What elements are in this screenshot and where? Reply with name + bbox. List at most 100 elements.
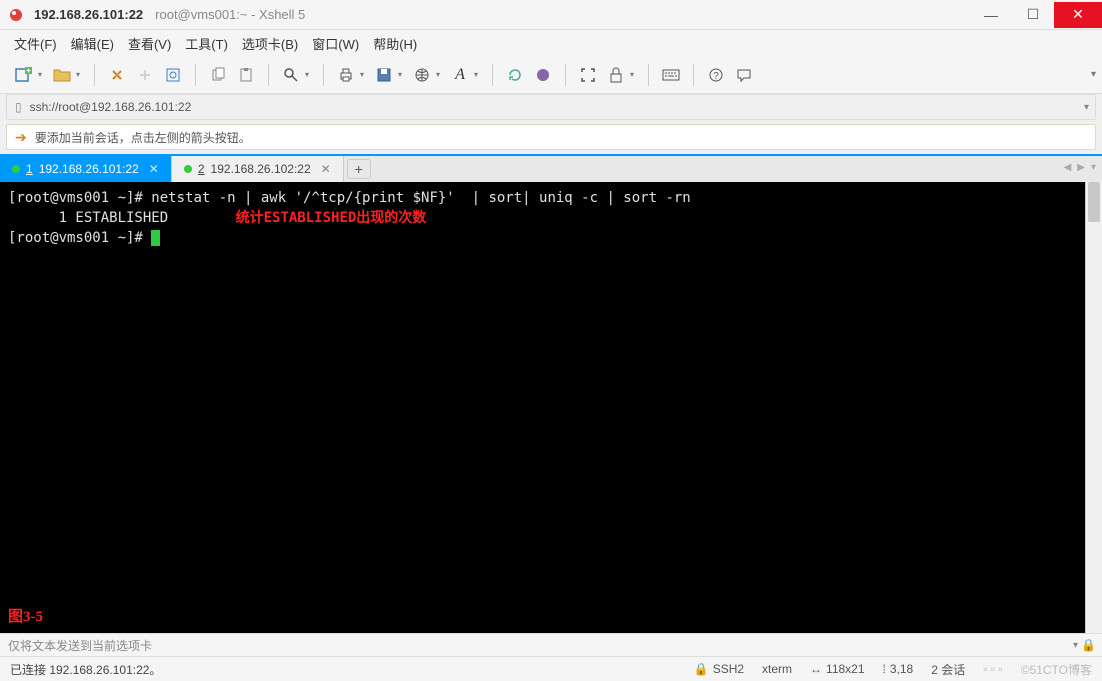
info-bar: ➔ 要添加当前会话，点击左侧的箭头按钮。	[6, 124, 1096, 150]
separator	[94, 64, 95, 86]
lock-icon[interactable]	[604, 63, 628, 87]
address-bar[interactable]: ▯ ssh://root@192.168.26.101:22 ▾	[6, 94, 1096, 120]
scrollbar[interactable]	[1085, 182, 1102, 633]
tab-strip: 1 192.168.26.101:22 ✕ 2 192.168.26.102:2…	[0, 154, 1102, 182]
title-app: root@vms001:~ - Xshell 5	[155, 7, 305, 22]
dropdown-icon[interactable]: ▾	[360, 70, 368, 79]
status-termtype: xterm	[762, 662, 792, 676]
dropdown-icon[interactable]: ▾	[305, 70, 313, 79]
figure-label: 图3-5	[8, 607, 43, 627]
command-text: netstat -n | awk '/^tcp/{print $NF}' | s…	[151, 190, 690, 206]
tab-number: 2	[198, 162, 205, 176]
tab-number: 1	[26, 162, 33, 176]
scroll-thumb[interactable]	[1088, 182, 1100, 222]
maximize-button[interactable]: ☐	[1012, 2, 1054, 28]
titlebar: 192.168.26.101:22 root@vms001:~ - Xshell…	[0, 0, 1102, 30]
search-icon[interactable]	[279, 63, 303, 87]
tab-menu-icon[interactable]: ▾	[1091, 162, 1096, 173]
dropdown-icon[interactable]: ▾	[1073, 640, 1078, 651]
address-text: ssh://root@192.168.26.101:22	[30, 100, 192, 114]
dropdown-icon[interactable]: ▾	[436, 70, 444, 79]
dropdown-icon[interactable]: ▾	[76, 70, 84, 79]
reconnect-icon[interactable]	[105, 63, 129, 87]
toolbar-overflow-icon[interactable]: ▾	[1091, 69, 1096, 80]
output-line: 1 ESTABLISHED	[8, 210, 168, 226]
bookmark-icon[interactable]: ▯	[15, 100, 22, 114]
annotation-text: 统计ESTABLISHED出现的次数	[236, 210, 427, 226]
toolbar: ▾ ▾ ▾ ▾ ▾ ▾ A ▾ ▾ ? ▾	[0, 56, 1102, 94]
status-dot-icon	[184, 165, 192, 173]
disconnect-icon[interactable]	[133, 63, 157, 87]
separator	[268, 64, 269, 86]
separator	[693, 64, 694, 86]
refresh-icon[interactable]	[503, 63, 527, 87]
status-size: ↔ 118x21	[810, 662, 864, 676]
globe-icon[interactable]	[410, 63, 434, 87]
menu-tab[interactable]: 选项卡(B)	[242, 34, 298, 53]
session-tab-1[interactable]: 1 192.168.26.101:22 ✕	[0, 156, 172, 182]
prompt: [root@vms001 ~]#	[8, 190, 151, 206]
add-tab-button[interactable]: +	[347, 159, 371, 179]
open-folder-icon[interactable]	[50, 63, 74, 87]
compose-placeholder: 仅将文本发送到当前选项卡	[8, 637, 152, 654]
cursor	[151, 230, 160, 246]
minimize-button[interactable]: —	[970, 2, 1012, 28]
menu-window[interactable]: 窗口(W)	[312, 34, 359, 53]
print-icon[interactable]	[334, 63, 358, 87]
menu-tools[interactable]: 工具(T)	[185, 34, 228, 53]
watermark: ©51CTO博客	[1021, 661, 1092, 678]
separator	[648, 64, 649, 86]
paste-icon[interactable]	[234, 63, 258, 87]
menubar: 文件(F) 编辑(E) 查看(V) 工具(T) 选项卡(B) 窗口(W) 帮助(…	[0, 30, 1102, 56]
menu-view[interactable]: 查看(V)	[128, 34, 171, 53]
status-dot-icon	[12, 165, 20, 173]
chat-icon[interactable]	[732, 63, 756, 87]
dropdown-icon[interactable]: ▾	[1084, 102, 1089, 113]
menu-edit[interactable]: 编辑(E)	[71, 34, 114, 53]
tab-close-icon[interactable]: ✕	[149, 162, 159, 176]
fullscreen-icon[interactable]	[576, 63, 600, 87]
svg-text:?: ?	[713, 71, 719, 82]
tab-next-icon[interactable]: ▶	[1077, 162, 1085, 173]
close-button[interactable]: ✕	[1054, 2, 1102, 28]
status-sessions: 2 会话	[931, 661, 965, 678]
arrow-add-icon[interactable]: ➔	[15, 129, 27, 146]
dropdown-icon[interactable]: ▾	[630, 70, 638, 79]
info-text: 要添加当前会话，点击左侧的箭头按钮。	[35, 129, 251, 146]
separator	[565, 64, 566, 86]
dropdown-icon[interactable]: ▾	[398, 70, 406, 79]
properties-icon[interactable]	[161, 63, 185, 87]
tab-label: 192.168.26.102:22	[211, 162, 311, 176]
new-session-icon[interactable]	[12, 63, 36, 87]
cap-indicator: ▫ ▫ ▫	[983, 662, 1002, 676]
help-icon[interactable]: ?	[704, 63, 728, 87]
terminal[interactable]: [root@vms001 ~]# netstat -n | awk '/^tcp…	[0, 182, 1085, 633]
menu-file[interactable]: 文件(F)	[14, 34, 57, 53]
status-bar: 已连接 192.168.26.101:22。 🔒 SSH2 xterm ↔ 11…	[0, 657, 1102, 681]
save-icon[interactable]	[372, 63, 396, 87]
app-icon	[8, 7, 24, 23]
separator	[323, 64, 324, 86]
prompt: [root@vms001 ~]#	[8, 230, 151, 246]
font-icon[interactable]: A	[448, 63, 472, 87]
color-icon[interactable]	[531, 63, 555, 87]
compose-bar[interactable]: 仅将文本发送到当前选项卡 ▾ 🔒	[0, 633, 1102, 657]
tab-nav-arrows: ◀ ▶ ▾	[1064, 162, 1096, 173]
session-tab-2[interactable]: 2 192.168.26.102:22 ✕	[172, 156, 344, 182]
keyboard-icon[interactable]	[659, 63, 683, 87]
tab-label: 192.168.26.101:22	[39, 162, 139, 176]
dropdown-icon[interactable]: ▾	[474, 70, 482, 79]
dropdown-icon[interactable]: ▾	[38, 70, 46, 79]
tab-close-icon[interactable]: ✕	[321, 162, 331, 176]
status-cursor-pos: ⁞ 3,18	[883, 662, 914, 676]
menu-help[interactable]: 帮助(H)	[373, 34, 417, 53]
window-controls: — ☐ ✕	[970, 2, 1102, 28]
tab-prev-icon[interactable]: ◀	[1064, 162, 1072, 173]
title-host: 192.168.26.101:22	[34, 7, 143, 22]
connection-status: 已连接 192.168.26.101:22。	[10, 661, 161, 678]
separator	[492, 64, 493, 86]
lock-icon[interactable]: 🔒	[1081, 638, 1096, 652]
status-protocol: 🔒 SSH2	[694, 662, 744, 676]
separator	[195, 64, 196, 86]
copy-icon[interactable]	[206, 63, 230, 87]
